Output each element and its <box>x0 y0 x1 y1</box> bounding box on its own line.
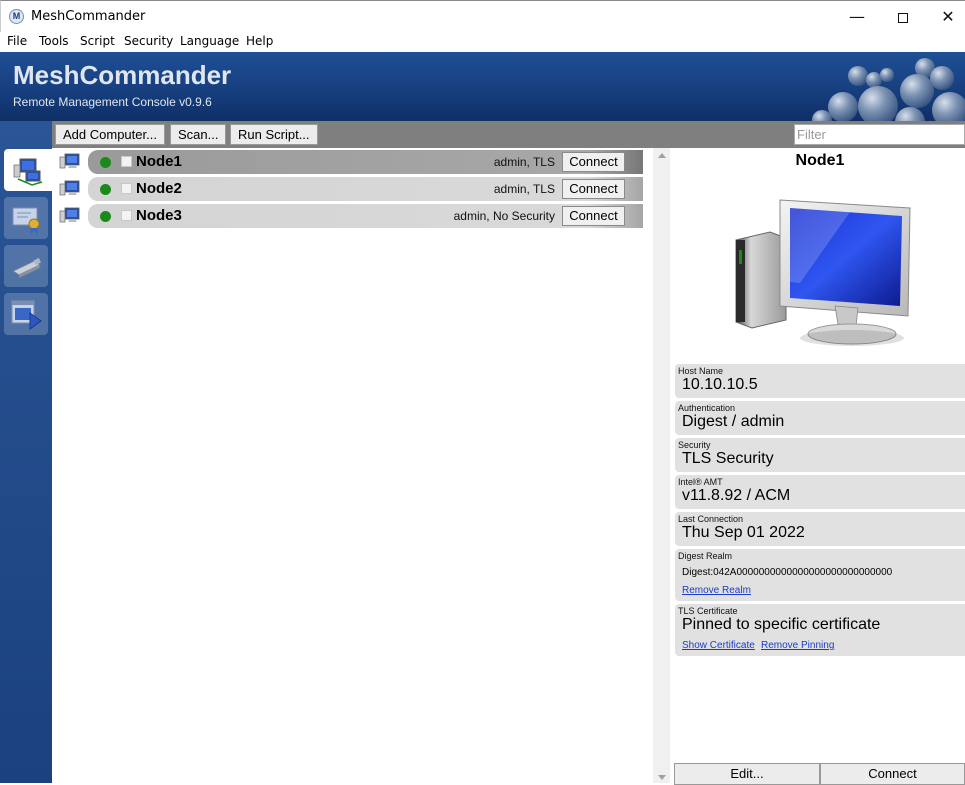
remove-realm-link[interactable]: Remove Realm <box>682 585 751 596</box>
main-toolbar: Add Computer... Scan... Run Script... Fi… <box>52 121 965 148</box>
banner-title: MeshCommander <box>13 60 232 90</box>
deploy-tab[interactable] <box>4 293 48 335</box>
node-bar: Node2 admin, TLS Connect <box>88 177 643 201</box>
authentication-label: Authentication <box>678 403 736 413</box>
app-icon: M <box>9 9 24 24</box>
digest-realm-field: Digest Realm Digest:042A0000000000000000… <box>675 549 965 601</box>
details-title: Node1 <box>795 152 845 169</box>
remove-pinning-link[interactable]: Remove Pinning <box>761 640 834 651</box>
authentication-field: Authentication Digest / admin <box>675 401 965 435</box>
node-name: Node3 <box>136 207 182 224</box>
left-sidebar <box>0 121 52 783</box>
security-label: Security <box>678 440 711 450</box>
node-bar: Node1 admin, TLS Connect <box>88 150 643 174</box>
node-security: admin, TLS <box>493 155 555 169</box>
banner-subtitle: Remote Management Console v0.9.6 <box>13 95 212 109</box>
host-name-field: Host Name 10.10.10.5 <box>675 364 965 398</box>
window-titlebar: M MeshCommander — ✕ <box>0 0 965 32</box>
intel-amt-field: Intel® AMT v11.8.92 / ACM <box>675 475 965 509</box>
connect-button[interactable]: Connect <box>820 763 965 785</box>
usb-tab[interactable] <box>4 245 48 287</box>
certificates-tab[interactable] <box>4 197 48 239</box>
run-script-button[interactable]: Run Script... <box>230 124 318 145</box>
host-name-label: Host Name <box>678 366 724 376</box>
node-connect-button[interactable]: Connect <box>562 206 625 226</box>
intel-amt-value: v11.8.92 / ACM <box>682 487 791 504</box>
deploy-icon <box>11 300 42 330</box>
node-connect-button[interactable]: Connect <box>562 152 625 172</box>
node-bar: Node3 admin, No Security Connect <box>88 204 643 228</box>
menu-script[interactable]: Script <box>80 34 115 48</box>
tls-certificate-value: Pinned to specific certificate <box>682 616 881 633</box>
tls-certificate-label: TLS Certificate <box>678 606 738 616</box>
node-checkbox[interactable] <box>121 183 132 194</box>
computers-icon <box>13 158 43 186</box>
computer-icon <box>59 180 80 196</box>
filter-input[interactable]: Filter <box>794 124 965 145</box>
computer-icon <box>59 207 80 223</box>
security-field: Security TLS Security <box>675 438 965 472</box>
computer-icon <box>59 153 80 169</box>
computer-list: Node1 admin, TLS Connect Node2 admin, TL… <box>52 148 653 783</box>
scan-button[interactable]: Scan... <box>170 124 227 145</box>
list-scrollbar[interactable] <box>653 148 670 783</box>
intel-amt-label: Intel® AMT <box>678 477 723 487</box>
node-checkbox[interactable] <box>121 210 132 221</box>
menu-language[interactable]: Language <box>180 34 239 48</box>
node-connect-button[interactable]: Connect <box>562 179 625 199</box>
node-security: admin, No Security <box>453 209 555 223</box>
add-computer-button[interactable]: Add Computer... <box>55 124 165 145</box>
node-name: Node2 <box>136 180 182 197</box>
status-online-icon <box>100 157 111 168</box>
maximize-button[interactable] <box>880 1 926 33</box>
status-online-icon <box>100 211 111 222</box>
scroll-up-icon[interactable] <box>658 153 666 158</box>
scroll-down-icon[interactable] <box>658 775 666 780</box>
last-connection-value: Thu Sep 01 2022 <box>682 524 805 541</box>
node-security: admin, TLS <box>493 182 555 196</box>
computer-illustration-icon <box>735 199 911 346</box>
host-name-value: 10.10.10.5 <box>682 376 758 393</box>
header-banner: MeshCommander Remote Management Console … <box>0 52 965 121</box>
computers-tab[interactable] <box>4 149 52 191</box>
last-connection-field: Last Connection Thu Sep 01 2022 <box>675 512 965 546</box>
node-row[interactable]: Node3 admin, No Security Connect <box>52 204 643 228</box>
maximize-icon <box>898 12 908 23</box>
digest-realm-value: Digest:042A0000000000000000000000000000 <box>682 567 893 578</box>
node-checkbox[interactable] <box>121 156 132 167</box>
edit-button[interactable]: Edit... <box>674 763 820 785</box>
usb-drive-icon <box>11 257 42 279</box>
node-name: Node1 <box>136 153 182 170</box>
node-row[interactable]: Node2 admin, TLS Connect <box>52 177 643 201</box>
menu-bar: File Tools Script Security Language Help <box>0 32 965 52</box>
window-title: MeshCommander <box>31 9 146 24</box>
security-value: TLS Security <box>682 450 774 467</box>
digest-realm-label: Digest Realm <box>678 551 733 561</box>
details-panel: Node1 Host Name 10.10.10.5 Authenticatio… <box>670 148 965 785</box>
menu-file[interactable]: File <box>7 34 27 48</box>
menu-security[interactable]: Security <box>124 34 173 48</box>
menu-tools[interactable]: Tools <box>39 34 69 48</box>
show-certificate-link[interactable]: Show Certificate <box>682 640 755 651</box>
node-row[interactable]: Node1 admin, TLS Connect <box>52 150 643 174</box>
tls-certificate-field: TLS Certificate Pinned to specific certi… <box>675 604 965 656</box>
certificate-icon <box>12 207 40 234</box>
minimize-button[interactable]: — <box>834 1 880 33</box>
status-online-icon <box>100 184 111 195</box>
last-connection-label: Last Connection <box>678 514 744 524</box>
close-button[interactable]: ✕ <box>925 1 965 33</box>
authentication-value: Digest / admin <box>682 413 785 430</box>
menu-help[interactable]: Help <box>246 34 273 48</box>
